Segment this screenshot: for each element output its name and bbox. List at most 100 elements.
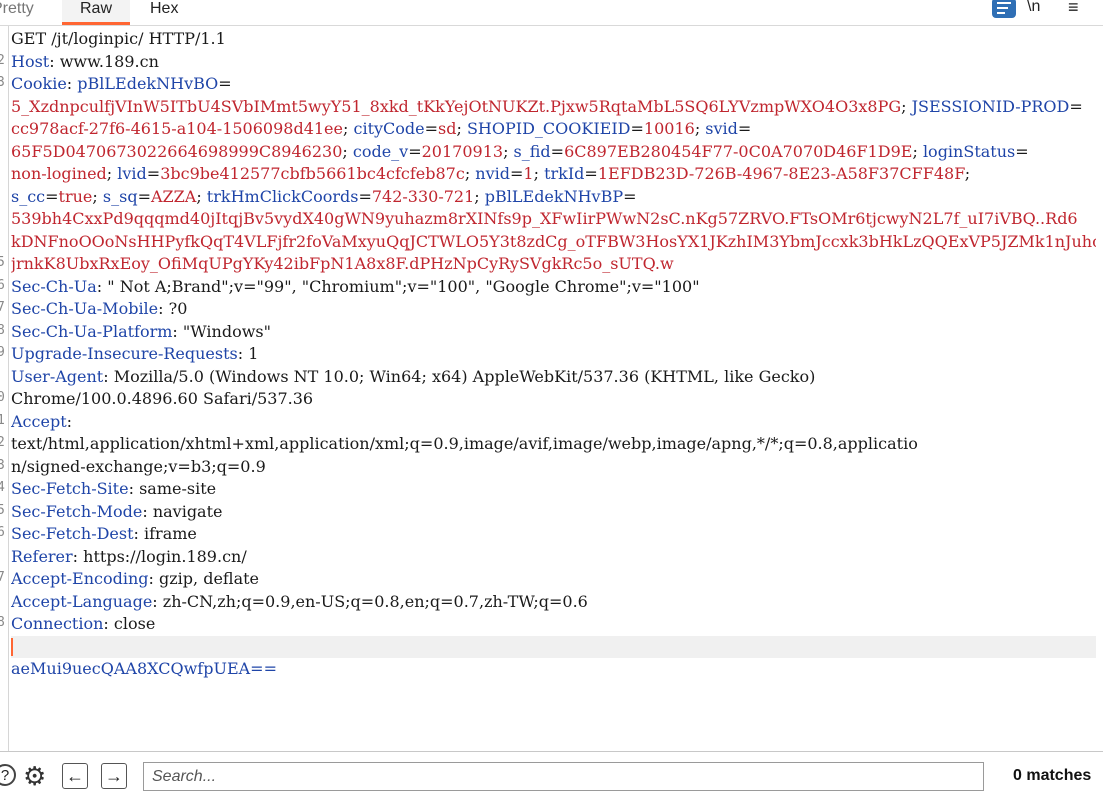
line-number: 0 xyxy=(0,390,5,405)
header-separator: : xyxy=(142,501,153,521)
header-line: Referer: https://login.189.cn/ xyxy=(11,546,1096,569)
cookie-value: 1EFDB23D-726B-4967-8E23-A58F37CFF48F xyxy=(597,164,965,183)
header-key: Accept-Encoding xyxy=(11,569,149,588)
header-line: Sec-Fetch-Mode: navigate xyxy=(11,501,1096,524)
previous-match-button[interactable]: ← xyxy=(62,763,88,789)
header-separator: : xyxy=(172,321,183,341)
header-key: Upgrade-Insecure-Requests xyxy=(11,344,238,363)
cookie-name: loginStatus xyxy=(922,141,1016,161)
header-separator: : xyxy=(66,411,78,431)
editor-tab-bar: Pretty Raw Hex \n ≡ xyxy=(0,0,1103,26)
cookie-value: true xyxy=(58,186,93,206)
cookie-name: s_fid xyxy=(513,141,551,161)
cookie-value: jrnkK8UbxRxEoy_OfiMqUPgYKy42ibFpN1A8x8F.… xyxy=(11,254,674,273)
header-value: Chrome/100.0.4896.60 Safari/537.36 xyxy=(11,389,314,408)
line-number: 2 xyxy=(0,435,5,450)
request-body: aeMui9uecQAA8XCQwfpUEA== xyxy=(11,659,277,678)
tab-hex[interactable]: Hex xyxy=(150,0,178,22)
cookie-value: non-logined xyxy=(11,164,107,183)
empty-line xyxy=(11,635,1096,658)
cookie-line: kDNFnoOOoNsHHPyfkQqT4VLFjfr2foVaMxyuQqJC… xyxy=(11,231,1096,254)
header-key: Sec-Ch-Ua-Platform xyxy=(11,321,173,341)
cookie-separator: = xyxy=(1069,96,1083,116)
header-key: Connection xyxy=(11,614,104,633)
cookie-separator: = xyxy=(408,141,422,161)
line-number: 2 xyxy=(0,52,5,68)
line-number: 5 xyxy=(0,255,5,270)
line-number: 4 xyxy=(0,480,5,495)
header-separator: : xyxy=(158,299,169,318)
header-separator: : xyxy=(103,366,114,386)
tab-pretty[interactable]: Pretty xyxy=(0,0,34,22)
cookie-separator: = xyxy=(584,164,598,183)
cookie-value: sd xyxy=(438,119,457,138)
cookie-separator: = xyxy=(510,164,524,183)
header-separator: : xyxy=(237,344,249,363)
cookie-line: 539bh4CxxPd9qqqmd40jItqjBv5vydX40gWN9yuh… xyxy=(11,208,1096,231)
cookie-separator: ; xyxy=(456,119,467,138)
cookie-value: 6C897EB280454F77-0C0A7070D46F1D9E xyxy=(564,141,913,161)
cookie-separator: ; xyxy=(343,119,354,138)
header-key: Sec-Ch-Ua xyxy=(11,276,97,296)
header-separator: : xyxy=(103,614,114,633)
header-key: Accept xyxy=(11,411,67,431)
cookie-name: nvid xyxy=(475,164,510,183)
menu-icon[interactable]: ≡ xyxy=(1068,0,1079,18)
cookie-value: 20170913 xyxy=(421,141,504,161)
header-separator: : xyxy=(66,74,78,93)
header-value: zh-CN,zh;q=0.9,en-US;q=0.8,en;q=0.7,zh-T… xyxy=(162,591,588,611)
cookie-line: cc978acf-27f6-4615-a104-1506098d41ee; ci… xyxy=(11,118,1096,141)
tab-raw[interactable]: Raw xyxy=(62,0,130,25)
cookie-name: SHOPID_COOKIEID xyxy=(466,119,631,138)
search-input[interactable] xyxy=(143,762,984,791)
line-number: 3 xyxy=(0,75,5,90)
cookie-name: s_sq xyxy=(102,186,138,206)
cookie-name: trkId xyxy=(544,164,585,183)
header-value: n/signed-exchange;v=b3;q=0.9 xyxy=(11,456,266,476)
gear-icon[interactable]: ⚙ xyxy=(23,761,46,792)
raw-request-editor[interactable]: 2 3 5 6 7 8 9 0 1 2 3 4 5 6 7 8 GET /jt/loginpic/ HTTP/… xyxy=(0,26,1103,751)
header-key: Cookie xyxy=(11,74,67,93)
line-number: 1 xyxy=(0,412,5,428)
next-match-button[interactable]: → xyxy=(101,763,127,789)
cookie-separator: ; xyxy=(106,164,118,183)
header-value: text/html,application/xhtml+xml,applicat… xyxy=(11,434,918,453)
header-line: User-Agent: Mozilla/5.0 (Windows NT 10.0… xyxy=(11,366,1096,389)
header-line: Connection: close xyxy=(11,613,1096,636)
header-separator: : xyxy=(96,276,108,296)
line-number: 3 xyxy=(0,457,5,473)
cookie-separator: ; xyxy=(912,141,923,161)
header-line: Accept-Encoding: gzip, deflate xyxy=(11,568,1096,591)
cookie-name: code_v xyxy=(352,141,409,161)
header-value: 1 xyxy=(248,344,259,363)
cookie-line: Cookie: pBlLEdekNHvBO= xyxy=(11,73,1096,96)
header-value: same-site xyxy=(139,479,217,498)
header-line: Accept: xyxy=(11,411,1096,434)
cookie-value: 3bc9be412577cbfb5661bc4cfcfeb87c xyxy=(160,164,465,183)
cookie-name: pBlLEdekNHvBO xyxy=(77,74,219,93)
cookie-value: 539bh4CxxPd9qqqmd40jItqjBv5vydX40gWN9yuh… xyxy=(11,209,1078,228)
newline-toggle-button[interactable]: \n xyxy=(1027,0,1040,16)
header-key: Sec-Fetch-Dest xyxy=(11,524,134,543)
header-key: Host xyxy=(11,51,50,71)
header-separator: : xyxy=(152,591,163,611)
line-number: 6 xyxy=(0,525,5,540)
request-text[interactable]: GET /jt/loginpic/ HTTP/1.1 Host: www.189.… xyxy=(11,28,1096,681)
header-line: Sec-Ch-Ua-Mobile: ?0 xyxy=(11,298,1096,321)
cookie-separator: = xyxy=(623,186,637,206)
cookie-name: cityCode xyxy=(353,119,425,138)
help-icon[interactable]: ? xyxy=(0,764,16,786)
cookie-separator: ; xyxy=(92,186,103,206)
line-number: 7 xyxy=(0,300,5,315)
cookie-separator: ; xyxy=(474,186,485,206)
header-continuation-line: text/html,application/xhtml+xml,applicat… xyxy=(11,433,1096,456)
header-line: Sec-Ch-Ua-Platform: "Windows" xyxy=(11,321,1096,344)
header-value: Mozilla/5.0 (Windows NT 10.0; Win64; x64… xyxy=(113,366,816,386)
header-line: Sec-Fetch-Dest: iframe xyxy=(11,523,1096,546)
header-value: "Windows" xyxy=(182,321,271,341)
header-separator: : xyxy=(49,51,60,71)
cookie-separator: = xyxy=(737,119,752,138)
word-wrap-icon[interactable] xyxy=(992,0,1016,18)
header-key: Accept-Language xyxy=(11,591,153,611)
header-separator: : xyxy=(72,546,84,566)
